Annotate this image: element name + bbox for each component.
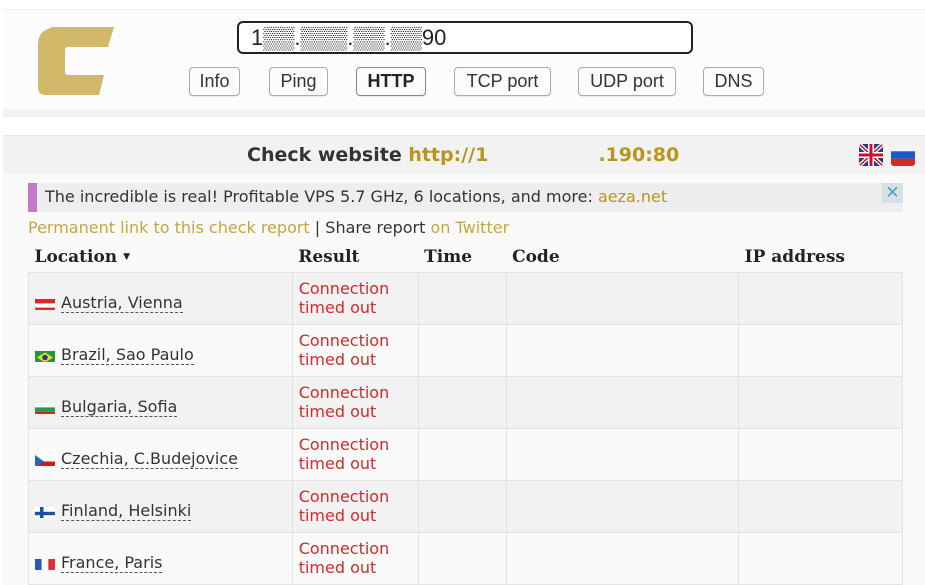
ip-cell <box>738 479 903 533</box>
location-cell: Bulgaria, Sofia <box>28 375 293 429</box>
location-link[interactable]: Czechia, C.Budejovice <box>61 449 238 469</box>
location-cell: Czechia, C.Budejovice <box>28 427 293 481</box>
location-link[interactable]: Bulgaria, Sofia <box>61 397 178 417</box>
dns-button[interactable]: DNS <box>703 67 764 96</box>
header-panel: Info Ping HTTP TCP port UDP port DNS <box>3 9 925 117</box>
close-icon[interactable]: ✕ <box>882 183 903 203</box>
czechia-flag-icon <box>35 453 55 466</box>
ip-cell <box>738 323 903 377</box>
code-cell <box>505 427 740 481</box>
table-row: Bulgaria, Sofia Connection timed out <box>28 375 903 429</box>
brazil-flag-icon <box>35 349 55 362</box>
table-row: Finland, Helsinki Connection timed out <box>28 479 903 533</box>
result-line-1: Connection <box>298 383 390 402</box>
report-links: Permanent link to this check report | Sh… <box>28 218 509 237</box>
code-cell <box>505 375 740 429</box>
twitter-share-link[interactable]: on Twitter <box>431 218 510 237</box>
result-line-2: timed out <box>298 402 377 421</box>
result-line-2: timed out <box>298 506 377 525</box>
uk-flag-icon[interactable] <box>859 144 883 166</box>
promo-marker <box>28 183 37 212</box>
info-button[interactable]: Info <box>189 67 240 96</box>
permalink-link[interactable]: Permanent link to this check report <box>28 218 310 237</box>
time-cell <box>417 479 507 533</box>
result-cell: Connection timed out <box>291 375 419 429</box>
separator: | <box>314 218 321 237</box>
result-cell: Connection timed out <box>291 479 419 533</box>
host-input[interactable] <box>237 21 693 54</box>
location-cell: Austria, Vienna <box>28 271 293 325</box>
ping-button[interactable]: Ping <box>269 67 328 96</box>
table-row: Czechia, C.Budejovice Connection timed ou… <box>28 427 903 481</box>
finland-flag-icon <box>35 505 55 518</box>
location-link[interactable]: France, Paris <box>61 553 163 573</box>
table-row: Brazil, Sao Paulo Connection timed out <box>28 323 903 377</box>
promo-link[interactable]: aeza.net <box>598 187 667 206</box>
location-link[interactable]: Finland, Helsinki <box>61 501 192 521</box>
result-line-1: Connection <box>298 435 390 454</box>
result-cell: Connection timed out <box>291 427 419 481</box>
udp-port-button[interactable]: UDP port <box>578 67 676 96</box>
time-cell <box>417 271 507 325</box>
table-row: France, Paris Connection timed out <box>28 531 903 585</box>
column-header-ip: IP address <box>744 246 845 267</box>
result-line-2: timed out <box>298 558 377 577</box>
tcp-port-button[interactable]: TCP port <box>454 67 551 96</box>
france-flag-icon <box>35 557 55 570</box>
result-line-1: Connection <box>298 487 390 506</box>
result-cell: Connection timed out <box>291 271 419 325</box>
result-line-2: timed out <box>298 298 377 317</box>
share-text: Share report <box>325 218 426 237</box>
promo-banner: The incredible is real! Profitable VPS 5… <box>28 183 903 212</box>
russia-flag-icon[interactable] <box>891 144 915 166</box>
code-cell <box>505 271 740 325</box>
time-cell <box>417 427 507 481</box>
ip-cell <box>738 271 903 325</box>
checkhost-logo-icon[interactable] <box>38 27 114 95</box>
ip-cell <box>738 531 903 585</box>
location-cell: France, Paris <box>28 531 293 585</box>
ip-cell <box>738 375 903 429</box>
result-line-1: Connection <box>298 539 390 558</box>
ip-cell <box>738 427 903 481</box>
title-url-end: .190:80 <box>598 144 680 166</box>
column-header-code: Code <box>512 246 560 267</box>
austria-flag-icon <box>35 297 55 310</box>
result-line-2: timed out <box>298 350 377 369</box>
table-header-row: Location ▼ Result Time Code IP address <box>29 242 903 272</box>
column-header-result: Result <box>298 246 360 267</box>
header-divider <box>3 109 925 117</box>
time-cell <box>417 531 507 585</box>
result-line-2: timed out <box>298 454 377 473</box>
result-cell: Connection timed out <box>291 323 419 377</box>
http-button[interactable]: HTTP <box>356 67 426 96</box>
result-line-1: Connection <box>298 279 390 298</box>
page-title: Check website http://1 .190:80 <box>247 144 679 166</box>
location-link[interactable]: Brazil, Sao Paulo <box>61 345 194 365</box>
code-cell <box>505 479 740 533</box>
result-cell: Connection timed out <box>291 531 419 585</box>
bulgaria-flag-icon <box>35 401 55 414</box>
code-cell <box>505 531 740 585</box>
result-line-1: Connection <box>298 331 390 350</box>
promo-text: The incredible is real! Profitable VPS 5… <box>45 187 668 206</box>
title-prefix: Check website <box>247 144 402 166</box>
results-table: Location ▼ Result Time Code IP address Au… <box>28 242 903 585</box>
time-cell <box>417 375 507 429</box>
column-header-time: Time <box>424 246 473 267</box>
results-panel: Check website http://1 .190:80 The incred… <box>3 135 925 585</box>
table-row: Austria, Vienna Connection timed out <box>28 271 903 325</box>
title-url-start: http://1 <box>408 144 489 166</box>
column-header-location[interactable]: Location ▼ <box>29 242 293 272</box>
sort-arrow-icon: ▼ <box>123 252 131 263</box>
location-cell: Finland, Helsinki <box>28 479 293 533</box>
location-link[interactable]: Austria, Vienna <box>61 293 183 313</box>
time-cell <box>417 323 507 377</box>
code-cell <box>505 323 740 377</box>
location-cell: Brazil, Sao Paulo <box>28 323 293 377</box>
title-bar: Check website http://1 .190:80 <box>3 136 925 174</box>
